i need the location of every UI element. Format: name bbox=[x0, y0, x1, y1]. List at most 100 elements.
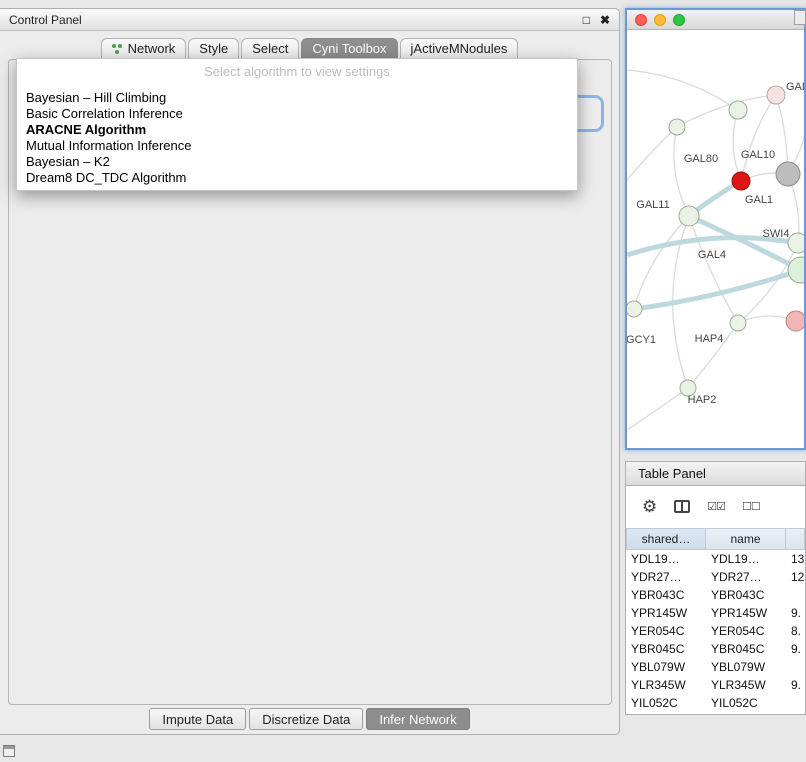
table-cell: 9. bbox=[786, 678, 805, 692]
column-header[interactable]: name bbox=[706, 528, 786, 550]
mac-zoom-button[interactable] bbox=[673, 14, 685, 26]
algorithm-option[interactable]: ARACNE Algorithm bbox=[17, 122, 577, 138]
table-row[interactable]: YDL19…YDL19…13 bbox=[626, 550, 805, 568]
tab-network[interactable]: Network bbox=[101, 38, 187, 59]
tab-style[interactable]: Style bbox=[188, 38, 239, 59]
network-view-window[interactable]: GALGAL80GAL10GAL11GAL1SWI4GAL4GCY1HAP4HA… bbox=[625, 8, 806, 450]
table-cell: 8. bbox=[786, 624, 805, 638]
bottom-tab-infer-network[interactable]: Infer Network bbox=[366, 708, 469, 730]
table-cell: YDR27… bbox=[626, 570, 706, 584]
table-row[interactable]: YBR043CYBR043C bbox=[626, 586, 805, 604]
node-green-left[interactable] bbox=[627, 301, 642, 317]
table-row[interactable]: YLR345WYLR345W9. bbox=[626, 676, 805, 694]
table-row[interactable]: YIL052CYIL052C bbox=[626, 694, 805, 712]
node-label-gal: GAL bbox=[786, 81, 804, 93]
node-label-gcy1: GCY1 bbox=[627, 334, 656, 346]
network-edge bbox=[634, 216, 689, 309]
mac-close-button[interactable] bbox=[635, 14, 647, 26]
tab-select[interactable]: Select bbox=[241, 38, 299, 59]
column-header[interactable]: shared… bbox=[626, 528, 706, 550]
table-cell: YDL19… bbox=[706, 552, 786, 566]
table-cell: YPR145W bbox=[626, 606, 706, 620]
tab-label: Network bbox=[128, 41, 176, 56]
deselect-all-icon[interactable]: ☐☐ bbox=[742, 500, 760, 513]
table-cell: YER054C bbox=[706, 624, 786, 638]
column-selector-icon[interactable] bbox=[674, 500, 690, 513]
node-green-upperleft[interactable] bbox=[669, 119, 685, 135]
table-cell: YBR043C bbox=[706, 588, 786, 602]
table-panel-header[interactable]: Table Panel bbox=[625, 461, 806, 486]
table-panel: ⚙ ☑☑ ☐☐ shared…name YDL19…YDL19…13YDR27…… bbox=[625, 486, 806, 715]
algorithm-dropdown-popup: Select algorithm to view settings Bayesi… bbox=[16, 58, 578, 191]
node-green-top[interactable] bbox=[729, 101, 747, 119]
algorithm-option[interactable]: Bayesian – Hill Climbing bbox=[17, 90, 577, 106]
node-hap4[interactable] bbox=[730, 315, 746, 331]
algorithm-option[interactable]: Dream8 DC_TDC Algorithm bbox=[17, 170, 577, 186]
node-label-hap2: HAP2 bbox=[688, 394, 717, 406]
network-edge bbox=[674, 127, 689, 216]
node-label-swi4: SWI4 bbox=[763, 228, 790, 240]
node-swi4[interactable] bbox=[788, 233, 804, 253]
bottom-tab-bar: Impute DataDiscretize DataInfer Network bbox=[0, 708, 619, 730]
node-label-gal1: GAL1 bbox=[745, 194, 773, 206]
node-pink-right[interactable] bbox=[786, 311, 804, 331]
table-cell: YDL19… bbox=[626, 552, 706, 566]
mac-minimize-button[interactable] bbox=[654, 14, 666, 26]
table-row[interactable]: YBL079WYBL079W bbox=[626, 658, 805, 676]
network-window-titlebar[interactable] bbox=[627, 10, 804, 30]
control-panel-window: Control Panel □ ✖ Network Style Select Cyni… bbox=[0, 8, 620, 735]
algorithm-list: Bayesian – Hill ClimbingBasic Correlatio… bbox=[17, 90, 577, 186]
network-edge bbox=[627, 127, 677, 180]
table-body: YDL19…YDL19…13YDR27…YDR27…12YBR043CYBR04… bbox=[626, 550, 805, 712]
table-cell: 13 bbox=[786, 552, 805, 566]
table-cell: 9. bbox=[786, 642, 805, 656]
table-row[interactable]: YPR145WYPR145W9. bbox=[626, 604, 805, 622]
table-cell: YBR045C bbox=[626, 642, 706, 656]
table-toolbar: ⚙ ☑☑ ☐☐ bbox=[642, 493, 760, 519]
table-cell: YIL052C bbox=[706, 696, 786, 710]
table-row[interactable]: YDR27…YDR27…12 bbox=[626, 568, 805, 586]
table-cell: YLR345W bbox=[706, 678, 786, 692]
gear-icon[interactable]: ⚙ bbox=[642, 498, 657, 515]
node-gal4-hub[interactable] bbox=[679, 206, 699, 226]
table-cell: YER054C bbox=[626, 624, 706, 638]
column-header[interactable] bbox=[786, 528, 805, 550]
select-all-icon[interactable]: ☑☑ bbox=[707, 500, 725, 513]
table-row[interactable]: YER054CYER054C8. bbox=[626, 622, 805, 640]
tab-label: Select bbox=[252, 41, 288, 56]
table-cell: YBR043C bbox=[626, 588, 706, 602]
network-scrollbar-corner[interactable] bbox=[794, 10, 806, 25]
node-gray[interactable] bbox=[776, 162, 800, 186]
table-cell: YIL052C bbox=[626, 696, 706, 710]
table-cell: YBL079W bbox=[626, 660, 706, 674]
dropdown-placeholder: Select algorithm to view settings bbox=[17, 59, 577, 90]
algorithm-option[interactable]: Basic Correlation Inference bbox=[17, 106, 577, 122]
node-attribute-table: shared…name YDL19…YDL19…13YDR27…YDR27…12… bbox=[626, 528, 805, 712]
algorithm-option[interactable]: Bayesian – K2 bbox=[17, 154, 577, 170]
table-panel-title: Table Panel bbox=[638, 466, 706, 481]
control-panel-titlebar[interactable]: Control Panel □ ✖ bbox=[0, 9, 619, 31]
window-title: Control Panel bbox=[9, 13, 573, 27]
close-window-icon[interactable]: ✖ bbox=[600, 13, 610, 27]
restore-panel-icon[interactable] bbox=[3, 745, 15, 757]
node-right-large[interactable] bbox=[788, 257, 804, 283]
node-label-gal80: GAL80 bbox=[684, 153, 718, 165]
bottom-tab-discretize-data[interactable]: Discretize Data bbox=[249, 708, 363, 730]
network-canvas[interactable]: GALGAL80GAL10GAL11GAL1SWI4GAL4GCY1HAP4HA… bbox=[627, 30, 804, 448]
float-window-icon[interactable]: □ bbox=[583, 13, 590, 27]
node-label-gal11: GAL11 bbox=[636, 199, 669, 211]
tab-label: Cyni Toolbox bbox=[312, 41, 386, 56]
algorithm-option[interactable]: Mutual Information Inference bbox=[17, 138, 577, 154]
node-pink-top[interactable] bbox=[767, 86, 785, 104]
tab-label: Style bbox=[199, 41, 228, 56]
tab-cyni-toolbox[interactable]: Cyni Toolbox bbox=[301, 38, 397, 59]
network-edge bbox=[634, 270, 801, 309]
network-edge bbox=[627, 388, 688, 430]
table-cell: 12 bbox=[786, 570, 805, 584]
table-row[interactable]: YBR045CYBR045C9. bbox=[626, 640, 805, 658]
table-header-row: shared…name bbox=[626, 528, 805, 550]
node-gal10[interactable] bbox=[732, 172, 750, 190]
network-edge bbox=[689, 216, 738, 323]
tab-jactivemnodules[interactable]: jActiveMNodules bbox=[400, 38, 519, 59]
bottom-tab-impute-data[interactable]: Impute Data bbox=[149, 708, 246, 730]
